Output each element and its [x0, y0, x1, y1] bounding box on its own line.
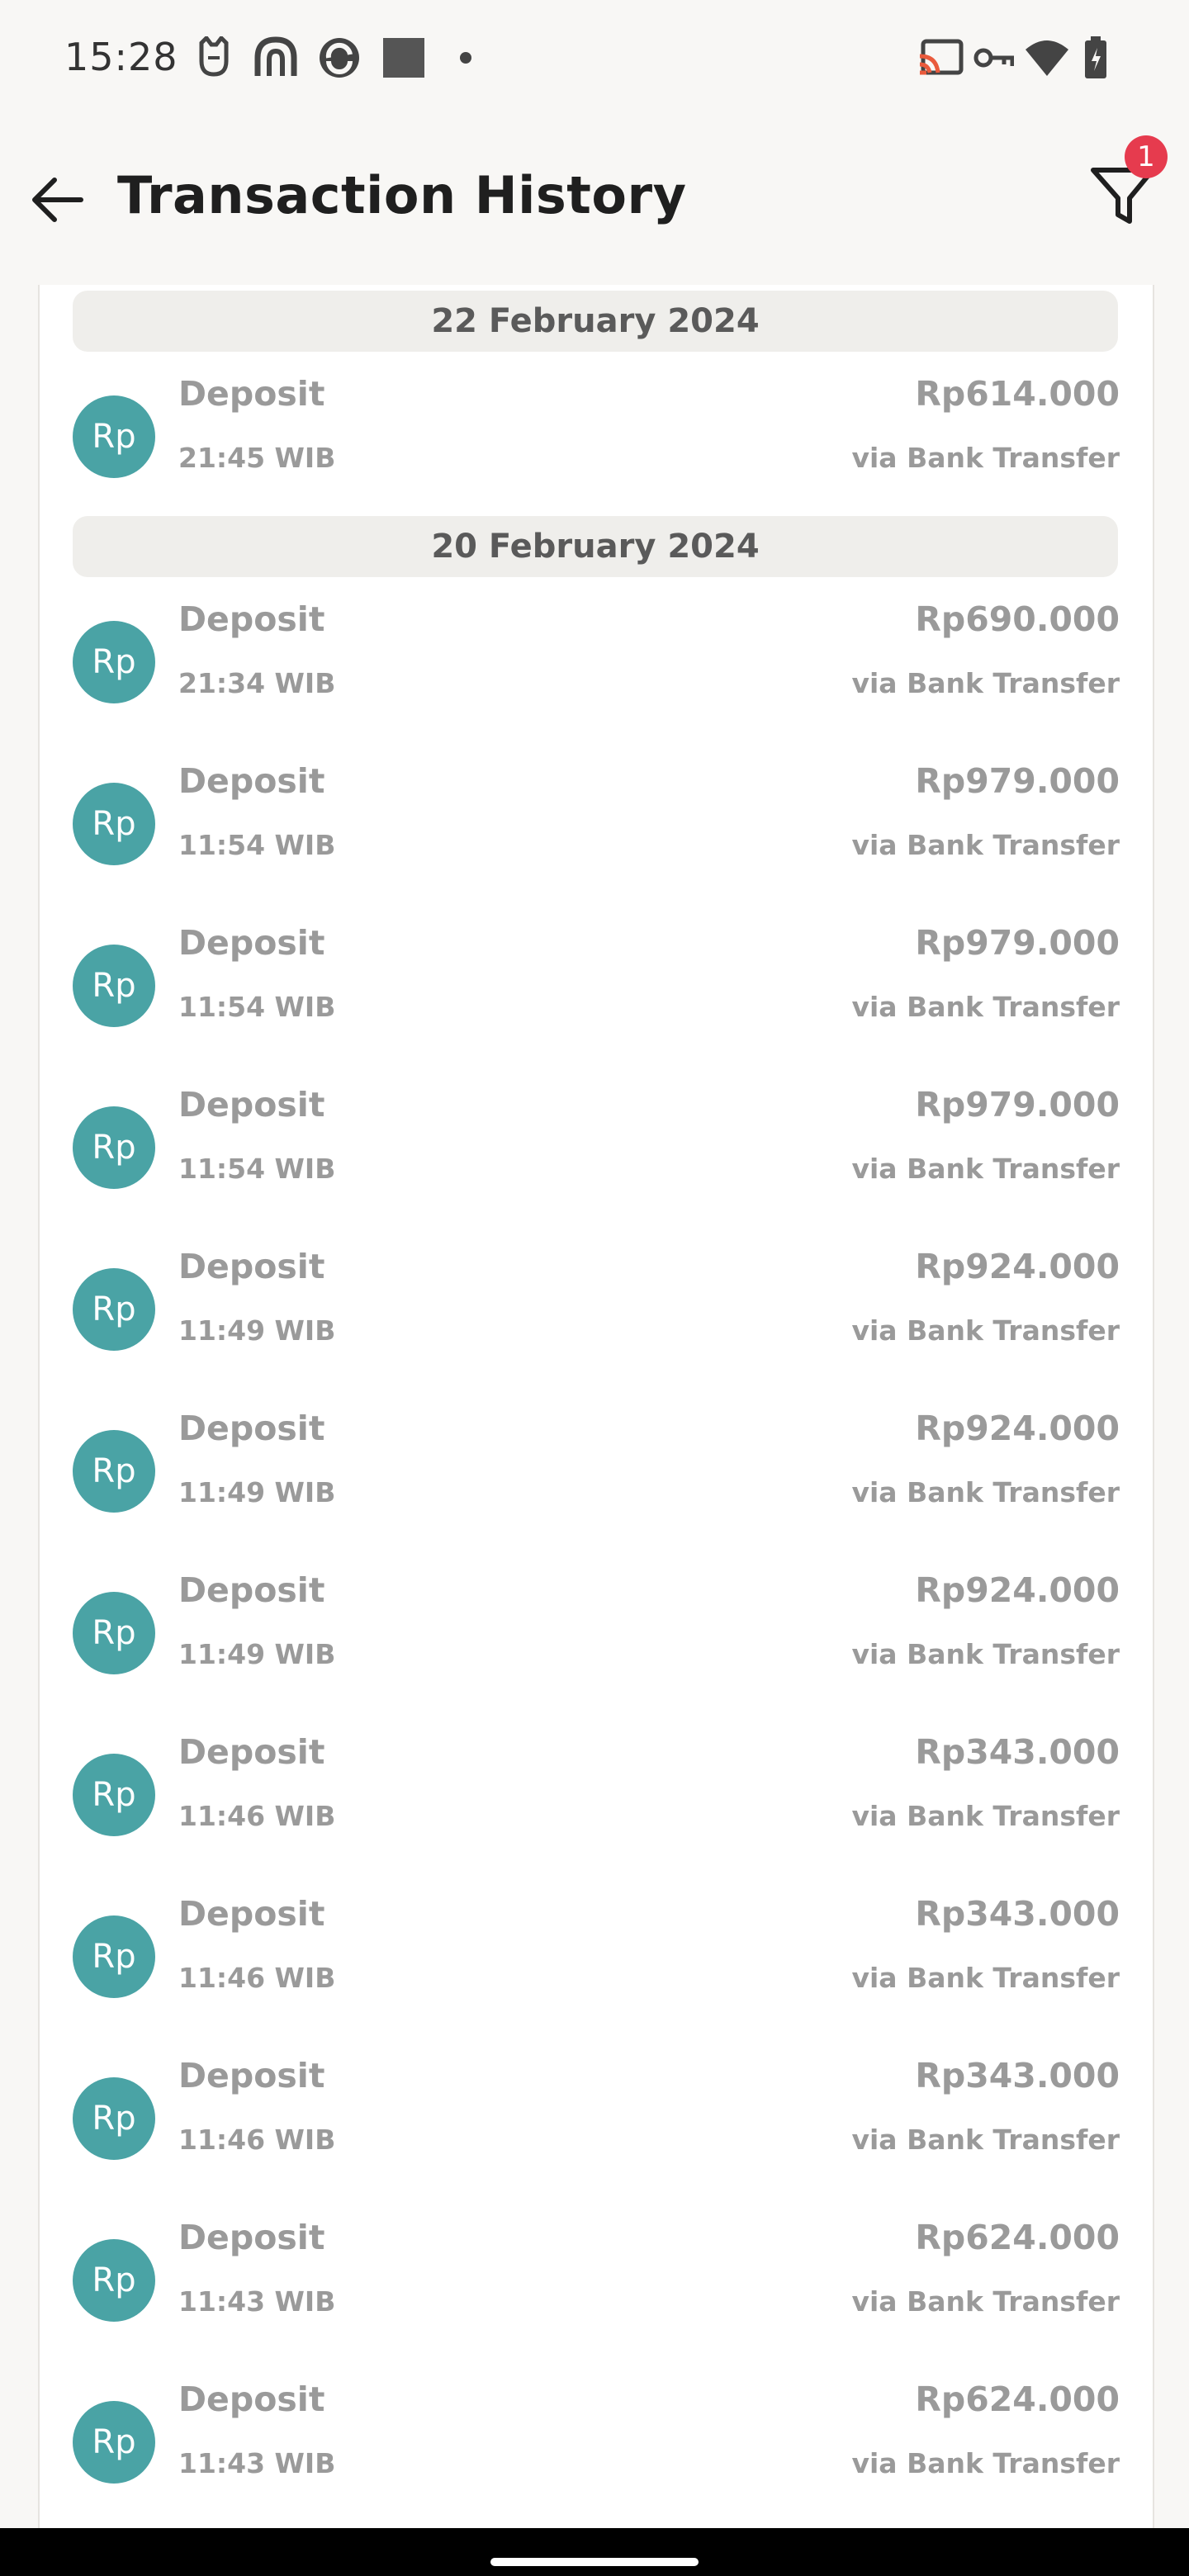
transaction-method: via Bank Transfer [851, 1314, 1120, 1347]
battery-icon [1085, 36, 1106, 78]
transaction-amount: Rp624.000 [915, 2218, 1120, 2257]
transaction-time: 11:54 WIB [178, 829, 336, 861]
transaction-row[interactable]: Rp Deposit 11:49 WIB Rp924.000 via Bank … [40, 1552, 1153, 1714]
transaction-list[interactable]: 22 February 2024 Rp Deposit 21:45 WIB Rp… [38, 285, 1154, 2531]
rupiah-avatar-icon: Rp [73, 945, 155, 1027]
sync-notification-icon [320, 38, 359, 78]
back-button[interactable] [25, 167, 91, 233]
transaction-row[interactable]: Rp Deposit 11:49 WIB Rp924.000 via Bank … [40, 1229, 1153, 1390]
transaction-method: via Bank Transfer [851, 1962, 1120, 1994]
transaction-type: Deposit [178, 923, 325, 963]
date-header: 22 February 2024 [73, 291, 1118, 352]
transaction-method: via Bank Transfer [851, 2124, 1120, 2156]
transaction-time: 11:54 WIB [178, 1153, 336, 1185]
transaction-amount: Rp343.000 [915, 1732, 1120, 1772]
rupiah-avatar-icon: Rp [73, 783, 155, 865]
transaction-time: 11:46 WIB [178, 1800, 336, 1832]
transaction-type: Deposit [178, 2379, 325, 2419]
transaction-amount: Rp979.000 [915, 761, 1120, 801]
transaction-time: 11:49 WIB [178, 1476, 336, 1508]
page-title: Transaction History [117, 165, 687, 225]
cast-icon [919, 39, 964, 75]
transaction-method: via Bank Transfer [851, 1800, 1120, 1832]
home-gesture-handle[interactable] [490, 2558, 699, 2566]
transaction-type: Deposit [178, 761, 325, 801]
transaction-method: via Bank Transfer [851, 1153, 1120, 1185]
transaction-amount: Rp343.000 [915, 1894, 1120, 1934]
rupiah-avatar-icon: Rp [73, 621, 155, 703]
rupiah-avatar-icon: Rp [73, 2239, 155, 2322]
transaction-time: 11:54 WIB [178, 991, 336, 1023]
transaction-type: Deposit [178, 374, 325, 414]
transaction-method: via Bank Transfer [851, 442, 1120, 474]
transaction-row[interactable]: Rp Deposit 11:49 WIB Rp924.000 via Bank … [40, 1390, 1153, 1552]
transaction-row[interactable]: Rp Deposit 11:46 WIB Rp343.000 via Bank … [40, 1876, 1153, 2038]
transaction-time: 11:49 WIB [178, 1314, 336, 1347]
transaction-amount: Rp979.000 [915, 1085, 1120, 1125]
transaction-type: Deposit [178, 1894, 325, 1934]
filter-count-badge: 1 [1125, 135, 1168, 178]
vpn-key-icon [973, 48, 1014, 68]
app-bar: Transaction History [0, 116, 1189, 285]
transaction-time: 21:45 WIB [178, 442, 336, 474]
rupiah-avatar-icon: Rp [73, 2401, 155, 2484]
transaction-method: via Bank Transfer [851, 829, 1120, 861]
transaction-method: via Bank Transfer [851, 667, 1120, 699]
transaction-method: via Bank Transfer [851, 1638, 1120, 1670]
rupiah-avatar-icon: Rp [73, 1430, 155, 1513]
transaction-amount: Rp979.000 [915, 923, 1120, 963]
rupiah-avatar-icon: Rp [73, 2077, 155, 2160]
system-navigation-bar [0, 2528, 1189, 2576]
transaction-method: via Bank Transfer [851, 2285, 1120, 2318]
app-notification-icon [254, 36, 297, 76]
transaction-time: 21:34 WIB [178, 667, 336, 699]
dot-icon [460, 52, 471, 64]
transaction-row[interactable]: Rp Deposit 11:43 WIB Rp624.000 via Bank … [40, 2361, 1153, 2523]
status-time: 15:28 [64, 35, 178, 79]
transaction-method: via Bank Transfer [851, 1476, 1120, 1508]
transaction-time: 11:46 WIB [178, 2124, 336, 2156]
transaction-row[interactable]: Rp Deposit 21:45 WIB Rp614.000 via Bank … [40, 356, 1153, 518]
rupiah-avatar-icon: Rp [73, 1106, 155, 1189]
transaction-type: Deposit [178, 2056, 325, 2095]
transaction-time: 11:43 WIB [178, 2285, 336, 2318]
transaction-row[interactable]: Rp Deposit 11:54 WIB Rp979.000 via Bank … [40, 1067, 1153, 1229]
transaction-amount: Rp343.000 [915, 2056, 1120, 2095]
rupiah-avatar-icon: Rp [73, 1754, 155, 1836]
square-notification-icon [383, 38, 424, 78]
transaction-amount: Rp624.000 [915, 2379, 1120, 2419]
transaction-row[interactable]: Rp Deposit 11:54 WIB Rp979.000 via Bank … [40, 743, 1153, 905]
transaction-type: Deposit [178, 1247, 325, 1286]
transaction-amount: Rp614.000 [915, 374, 1120, 414]
transaction-type: Deposit [178, 2218, 325, 2257]
arrow-left-icon [32, 178, 83, 222]
rupiah-avatar-icon: Rp [73, 1592, 155, 1674]
date-header: 20 February 2024 [73, 516, 1118, 577]
transaction-time: 11:49 WIB [178, 1638, 336, 1670]
transaction-row[interactable]: Rp Deposit 21:34 WIB Rp690.000 via Bank … [40, 581, 1153, 743]
rupiah-avatar-icon: Rp [73, 1915, 155, 1998]
transaction-type: Deposit [178, 599, 325, 639]
transaction-row[interactable]: Rp Deposit 11:54 WIB Rp979.000 via Bank … [40, 905, 1153, 1067]
transaction-type: Deposit [178, 1570, 325, 1610]
rupiah-avatar-icon: Rp [73, 1268, 155, 1351]
transaction-amount: Rp924.000 [915, 1247, 1120, 1286]
transaction-type: Deposit [178, 1409, 325, 1448]
cat-notification-icon [199, 36, 229, 77]
transaction-method: via Bank Transfer [851, 991, 1120, 1023]
transaction-type: Deposit [178, 1732, 325, 1772]
transaction-amount: Rp924.000 [915, 1409, 1120, 1448]
transaction-row[interactable]: Rp Deposit 11:46 WIB Rp343.000 via Bank … [40, 1714, 1153, 1876]
transaction-amount: Rp690.000 [915, 599, 1120, 639]
status-bar: 15:28 [0, 0, 1189, 116]
transaction-method: via Bank Transfer [851, 2447, 1120, 2479]
transaction-time: 11:43 WIB [178, 2447, 336, 2479]
wifi-icon [1026, 40, 1068, 76]
transaction-time: 11:46 WIB [178, 1962, 336, 1994]
transaction-row[interactable]: Rp Deposit 11:43 WIB Rp624.000 via Bank … [40, 2200, 1153, 2361]
transaction-type: Deposit [178, 1085, 325, 1125]
rupiah-avatar-icon: Rp [73, 395, 155, 478]
transaction-amount: Rp924.000 [915, 1570, 1120, 1610]
transaction-row[interactable]: Rp Deposit 11:46 WIB Rp343.000 via Bank … [40, 2038, 1153, 2200]
